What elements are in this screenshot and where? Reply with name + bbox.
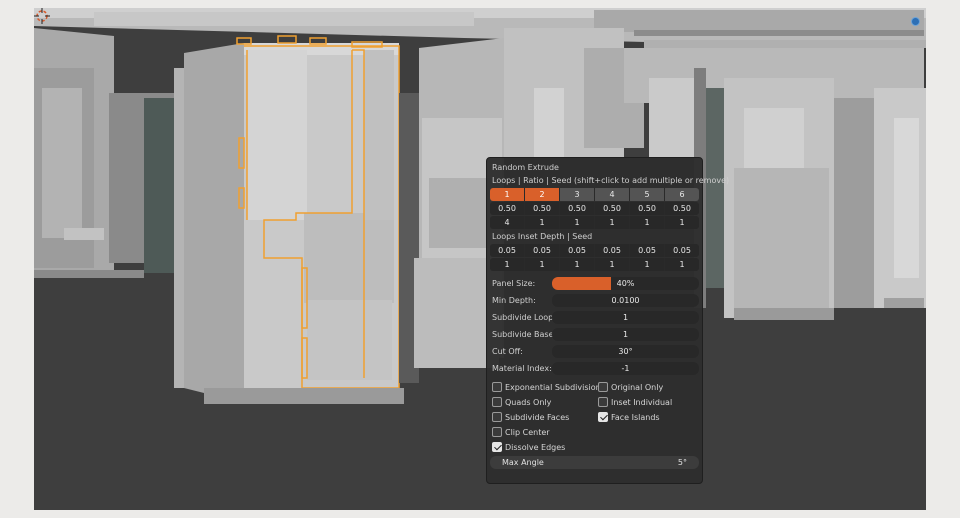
loop-button-3[interactable]: 3 <box>560 188 595 201</box>
3d-cursor-icon <box>34 8 50 24</box>
checkbox-unchecked-icon <box>492 427 502 437</box>
clip-center-checkbox[interactable]: Clip Center <box>490 426 702 438</box>
cut-off-value: 30° <box>618 346 633 356</box>
dissolve-edges-label: Dissolve Edges <box>505 442 566 452</box>
ratio-row: 0.50 0.50 0.50 0.50 0.50 0.50 <box>490 202 699 215</box>
subdivide-loop-value: 1 <box>622 312 629 322</box>
seed-field-2[interactable]: 1 <box>525 216 560 229</box>
inset-individual-label: Inset Individual <box>611 397 673 407</box>
inset-seed-field-2[interactable]: 1 <box>525 258 560 271</box>
original-only-label: Original Only <box>611 382 664 392</box>
face-islands-checkbox[interactable]: Face Islands <box>596 411 702 423</box>
subdivide-faces-label: Subdivide Faces <box>505 412 570 422</box>
cut-off-label: Cut Off: <box>492 346 523 356</box>
inset-seed-row: 1 1 1 1 1 1 <box>490 258 699 271</box>
inset-seed-field-1[interactable]: 1 <box>490 258 525 271</box>
max-angle-field[interactable]: Max Angle 5° <box>490 456 699 469</box>
dissolve-edges-checkbox[interactable]: Dissolve Edges <box>490 441 702 453</box>
inset-depth-field-5[interactable]: 0.05 <box>630 244 665 257</box>
material-index-value: -1 <box>621 363 630 373</box>
panel-size-label: Panel Size: <box>492 278 536 288</box>
inset-seed-field-6[interactable]: 1 <box>665 258 699 271</box>
min-depth-value: 0.0100 <box>611 295 640 305</box>
inset-seed-field-5[interactable]: 1 <box>630 258 665 271</box>
panel-size-value: 40% <box>616 278 635 288</box>
subdivide-loop-field[interactable]: 1 <box>552 310 699 324</box>
min-depth-row: Min Depth: 0.0100 <box>490 292 699 308</box>
clip-center-label: Clip Center <box>505 427 550 437</box>
exponential-subdivision-checkbox[interactable]: Exponential Subdivision <box>490 381 601 393</box>
min-depth-label: Min Depth: <box>492 295 536 305</box>
inset-depth-row: 0.05 0.05 0.05 0.05 0.05 0.05 <box>490 244 699 257</box>
exponential-subdivision-label: Exponential Subdivision <box>505 382 601 392</box>
scene-render <box>34 8 926 510</box>
inset-depth-field-4[interactable]: 0.05 <box>595 244 630 257</box>
checkbox-unchecked-icon <box>598 382 608 392</box>
inset-individual-checkbox[interactable]: Inset Individual <box>596 396 702 408</box>
checkbox-unchecked-icon <box>492 412 502 422</box>
inset-depth-field-6[interactable]: 0.05 <box>665 244 699 257</box>
seed-field-3[interactable]: 1 <box>560 216 595 229</box>
panel-size-row: Panel Size: 40% <box>490 275 699 291</box>
ratio-field-6[interactable]: 0.50 <box>665 202 699 215</box>
inset-depth-field-1[interactable]: 0.05 <box>490 244 525 257</box>
cut-off-field[interactable]: 30° <box>552 344 699 358</box>
min-depth-field[interactable]: 0.0100 <box>552 293 699 307</box>
subdivide-loop-label: Subdivide Loop: <box>492 312 556 322</box>
seed-field-5[interactable]: 1 <box>630 216 665 229</box>
face-islands-label: Face Islands <box>611 412 660 422</box>
ratio-field-5[interactable]: 0.50 <box>630 202 665 215</box>
3d-viewport[interactable] <box>34 8 926 510</box>
seed-field-1[interactable]: 4 <box>490 216 525 229</box>
inset-depth-field-2[interactable]: 0.05 <box>525 244 560 257</box>
inset-seed-field-4[interactable]: 1 <box>595 258 630 271</box>
quads-only-checkbox[interactable]: Quads Only <box>490 396 596 408</box>
options-checkboxes: Exponential Subdivision Original Only Qu… <box>490 381 699 453</box>
random-extrude-panel: Random Extrude Loops | Ratio | Seed (shi… <box>486 157 730 484</box>
quads-only-label: Quads Only <box>505 397 552 407</box>
max-angle-value: 5° <box>677 458 687 467</box>
subdivide-base-label: Subdivide Base: <box>492 329 557 339</box>
checkbox-unchecked-icon <box>598 397 608 407</box>
subdivide-base-field[interactable]: 1 <box>552 327 699 341</box>
subdivide-base-value: 1 <box>622 329 629 339</box>
checkbox-checked-icon <box>492 442 502 452</box>
loop-button-1[interactable]: 1 <box>490 188 525 201</box>
ratio-field-2[interactable]: 0.50 <box>525 202 560 215</box>
checkbox-checked-icon <box>598 412 608 422</box>
loop-button-6[interactable]: 6 <box>665 188 699 201</box>
loops-section-label: Loops | Ratio | Seed (shift+click to add… <box>492 176 730 185</box>
loop-button-2[interactable]: 2 <box>525 188 560 201</box>
subdivide-faces-checkbox[interactable]: Subdivide Faces <box>490 411 596 423</box>
checkbox-unchecked-icon <box>492 397 502 407</box>
ratio-field-3[interactable]: 0.50 <box>560 202 595 215</box>
checkbox-unchecked-icon <box>492 382 502 392</box>
seed-field-6[interactable]: 1 <box>665 216 699 229</box>
panel-size-slider[interactable]: 40% <box>552 276 699 290</box>
loops-row: 1 2 3 4 5 6 <box>490 188 699 201</box>
original-only-checkbox[interactable]: Original Only <box>596 381 702 393</box>
loop-button-5[interactable]: 5 <box>630 188 665 201</box>
inset-seed-field-3[interactable]: 1 <box>560 258 595 271</box>
loop-button-4[interactable]: 4 <box>595 188 630 201</box>
navigation-gizmo-icon[interactable] <box>911 17 920 26</box>
panel-title[interactable]: Random Extrude <box>490 161 699 174</box>
seed-field-4[interactable]: 1 <box>595 216 630 229</box>
ratio-field-1[interactable]: 0.50 <box>490 202 525 215</box>
ratio-field-4[interactable]: 0.50 <box>595 202 630 215</box>
cut-off-row: Cut Off: 30° <box>490 343 699 359</box>
subdivide-base-row: Subdivide Base: 1 <box>490 326 699 342</box>
panel-size-fill <box>552 276 611 290</box>
material-index-label: Material Index: <box>492 363 552 373</box>
subdivide-loop-row: Subdivide Loop: 1 <box>490 309 699 325</box>
inset-section-label: Loops Inset Depth | Seed <box>492 232 593 241</box>
seed-row: 4 1 1 1 1 1 <box>490 216 699 229</box>
material-index-field[interactable]: -1 <box>552 361 699 375</box>
inset-depth-field-3[interactable]: 0.05 <box>560 244 595 257</box>
material-index-row: Material Index: -1 <box>490 360 699 376</box>
max-angle-label: Max Angle <box>502 458 544 467</box>
